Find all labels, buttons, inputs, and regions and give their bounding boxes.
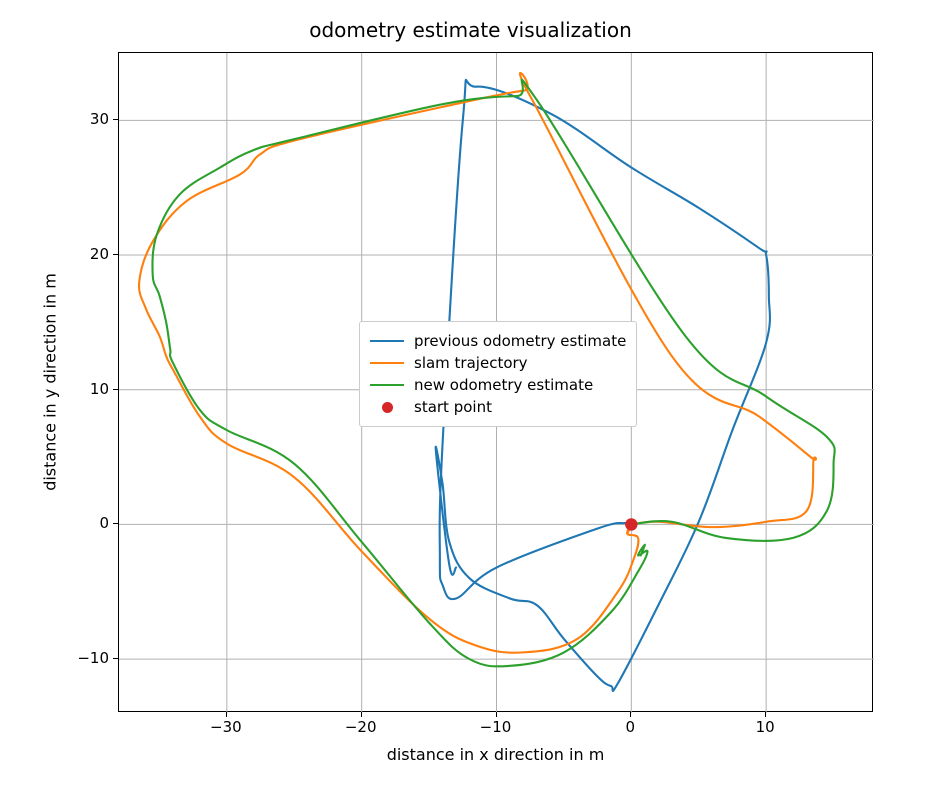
legend-item-start-point: start point	[370, 396, 626, 418]
y-tick-label: −10	[77, 649, 109, 667]
x-tick-label: 10	[756, 718, 775, 736]
y-tick-label: 20	[90, 245, 109, 263]
x-tick-label: −10	[480, 718, 512, 736]
y-axis-label: distance in y direction in m	[40, 52, 60, 712]
legend-item-previous-odometry: previous odometry estimate	[370, 330, 626, 352]
legend-label: previous odometry estimate	[414, 332, 626, 350]
x-tick-label: −20	[345, 718, 377, 736]
x-axis-label: distance in x direction in m	[118, 745, 873, 764]
figure: odometry estimate visualization previous…	[0, 0, 941, 792]
y-tick-label: 10	[90, 380, 109, 398]
legend-swatch-dot-icon	[370, 400, 404, 414]
start-point-marker	[625, 518, 637, 530]
legend: previous odometry estimate slam trajecto…	[359, 321, 637, 427]
legend-label: new odometry estimate	[414, 376, 593, 394]
legend-label: slam trajectory	[414, 354, 528, 372]
y-tick-label: 0	[99, 514, 109, 532]
legend-swatch-line-icon	[370, 334, 404, 348]
legend-swatch-line-icon	[370, 356, 404, 370]
x-tick-label: 0	[626, 718, 636, 736]
chart-title: odometry estimate visualization	[0, 18, 941, 42]
markers	[625, 518, 637, 530]
plot-area: previous odometry estimate slam trajecto…	[118, 52, 873, 712]
x-tick-label: −30	[210, 718, 242, 736]
legend-swatch-line-icon	[370, 378, 404, 392]
legend-label: start point	[414, 398, 492, 416]
y-tick-label: 30	[90, 110, 109, 128]
legend-item-slam-trajectory: slam trajectory	[370, 352, 626, 374]
legend-item-new-odometry: new odometry estimate	[370, 374, 626, 396]
